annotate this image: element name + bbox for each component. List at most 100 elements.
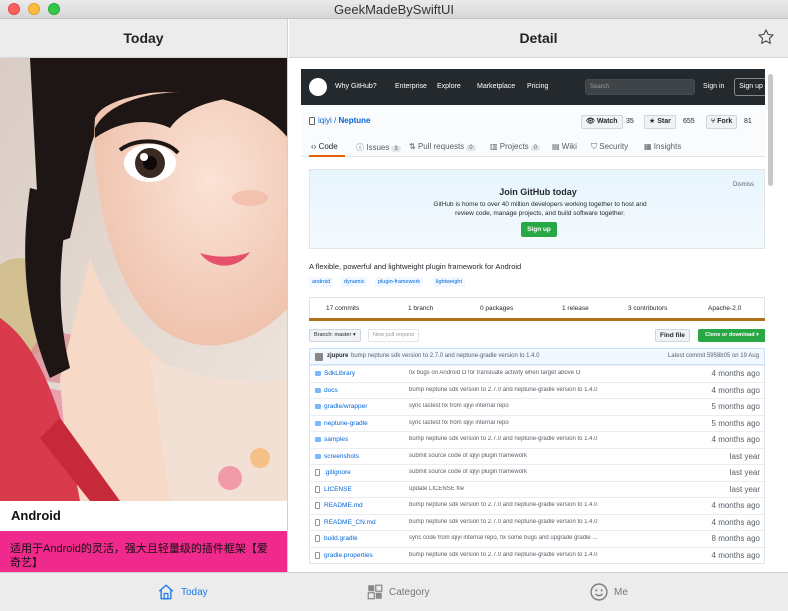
app-window: GeekMadeBySwiftUI Today Android 适用于Andro… <box>0 0 788 610</box>
file-list: SdkLibrary fix bugs on Android O for tran… <box>309 365 765 564</box>
commit-message[interactable]: bump neptune sdk version to 2.7.0 and ne… <box>351 353 539 359</box>
minimize-window-button[interactable] <box>28 3 40 15</box>
sign-in-link[interactable]: Sign in <box>703 83 724 90</box>
new-pull-request-button[interactable]: New pull request <box>368 329 419 342</box>
tab-projects[interactable]: ▥ Projects 0 <box>490 142 541 151</box>
avatar[interactable] <box>315 353 323 361</box>
file-row[interactable]: samples bump neptune sdk version to 2.7.0… <box>310 431 764 448</box>
fork-button[interactable]: ⑂ Fork <box>706 115 738 129</box>
tab-wiki[interactable]: ▤ Wiki <box>552 142 577 151</box>
tab-security[interactable]: ⛉ Security <box>591 142 628 152</box>
file-name-link[interactable]: LICENSE <box>324 486 352 493</box>
file-name-link[interactable]: build.gradle <box>324 535 358 542</box>
file-commit-message[interactable]: fix bugs on Android O for transluate act… <box>409 370 629 376</box>
watch-count[interactable]: 35 <box>626 115 634 129</box>
file-row[interactable]: build.gradle sync code from iqiyi interna… <box>310 530 764 547</box>
commit-author[interactable]: zjupure <box>327 353 348 359</box>
tab-code[interactable]: ‹› Code <box>311 142 338 151</box>
file-age: 4 months ago <box>711 517 760 527</box>
watch-button[interactable]: 👁 Watch <box>581 115 623 129</box>
web-scrollbar[interactable] <box>767 69 775 572</box>
tab-category[interactable]: Category <box>365 573 445 611</box>
repo-title: iqiyi / Neptune <box>318 116 370 125</box>
stat-branches[interactable]: 1 branch <box>408 305 433 312</box>
nav-pricing[interactable]: Pricing <box>527 83 548 90</box>
file-commit-message[interactable]: sync lastest fix from iqiyi internal rep… <box>409 403 629 409</box>
close-window-button[interactable] <box>8 3 20 15</box>
file-name-link[interactable]: .gitignore <box>324 469 351 476</box>
file-name-link[interactable]: screenshots <box>324 453 359 460</box>
fork-count[interactable]: 81 <box>744 115 752 129</box>
topic-tag[interactable]: lightweight <box>433 277 465 287</box>
scrollbar-thumb[interactable] <box>768 74 773 186</box>
tab-bar: Today Category Me <box>0 572 788 610</box>
github-search-input[interactable]: Search <box>585 79 695 95</box>
nav-marketplace[interactable]: Marketplace <box>477 83 515 90</box>
file-row[interactable]: screenshots submit source code of iqiyi p… <box>310 447 764 465</box>
file-commit-message[interactable]: submit source code of iqiyi plugin frame… <box>409 453 629 459</box>
tab-me[interactable]: Me <box>589 573 639 611</box>
file-commit-message[interactable]: bump neptune sdk version to 2.7.0 and ne… <box>409 519 629 525</box>
file-name-link[interactable]: docs <box>324 387 338 394</box>
file-commit-message[interactable]: submit source code of iqiyi plugin frame… <box>409 469 629 475</box>
file-name-link[interactable]: samples <box>324 436 348 443</box>
tab-pull-requests[interactable]: ⇅ Pull requests 0 <box>409 142 476 151</box>
file-name-link[interactable]: gradle.properties <box>324 552 373 559</box>
card-description[interactable]: 适用于Android的灵活，强大且轻量级的插件框架【爱奇艺】 <box>0 531 287 572</box>
star-button[interactable]: ★ Star <box>644 115 676 129</box>
topic-tag[interactable]: plugin-framework <box>375 277 424 287</box>
file-commit-message[interactable]: bump neptune sdk version to 2.7.0 and ne… <box>409 387 629 393</box>
zoom-window-button[interactable] <box>48 3 60 15</box>
sign-up-button[interactable]: Sign up <box>734 78 765 96</box>
file-row[interactable]: .gitignore submit source code of iqiyi pl… <box>310 464 764 481</box>
star-count[interactable]: 655 <box>683 115 695 129</box>
nav-explore[interactable]: Explore <box>437 83 461 90</box>
tab-insights[interactable]: ▦ Insights <box>644 142 681 151</box>
repo-name-link[interactable]: Neptune <box>338 116 370 125</box>
tab-issues[interactable]: ⓘ Issues 3 <box>356 142 401 153</box>
folder-icon <box>315 437 321 442</box>
github-logo-icon[interactable] <box>309 78 327 96</box>
language-bar <box>309 318 765 321</box>
branch-select-button[interactable]: Branch: master ▾ <box>309 329 361 342</box>
file-name-link[interactable]: README.md <box>324 502 363 509</box>
file-row[interactable]: SdkLibrary fix bugs on Android O for tran… <box>310 365 764 382</box>
tab-today[interactable]: Today <box>156 573 226 611</box>
file-row[interactable]: gradle/wrapper sync lastest fix from iqiy… <box>310 398 764 415</box>
stat-releases[interactable]: 1 release <box>562 305 589 312</box>
stat-commits[interactable]: 17 commits <box>326 305 359 312</box>
star-outline-icon[interactable] <box>757 28 775 46</box>
web-view[interactable]: Why GitHub? Enterprise Explore Marketpla… <box>301 69 765 572</box>
file-name-link[interactable]: SdkLibrary <box>324 370 355 377</box>
stat-contributors[interactable]: 3 contributors <box>628 305 667 312</box>
file-row[interactable]: README_CN.md bump neptune sdk version to … <box>310 513 764 531</box>
file-row[interactable]: README.md bump neptune sdk version to 2.7… <box>310 497 764 514</box>
file-row[interactable]: gradle.properties bump neptune sdk versio… <box>310 546 764 564</box>
file-commit-message[interactable]: bump neptune sdk version to 2.7.0 and ne… <box>409 502 629 508</box>
file-row[interactable]: LICENSE update LICENSE file last year <box>310 480 764 498</box>
file-name-link[interactable]: README_CN.md <box>324 519 376 526</box>
file-commit-message[interactable]: update LICENSE file <box>409 486 629 492</box>
topic-tag[interactable]: dynamic <box>341 277 368 287</box>
file-icon <box>315 502 320 509</box>
file-name-link[interactable]: gradle/wrapper <box>324 403 367 410</box>
stat-license[interactable]: Apache-2.0 <box>708 305 741 312</box>
card-image[interactable] <box>0 58 287 501</box>
clone-download-button[interactable]: Clone or download ▾ <box>698 329 765 342</box>
card-title[interactable]: Android <box>0 501 287 531</box>
file-row[interactable]: docs bump neptune sdk version to 2.7.0 an… <box>310 381 764 399</box>
nav-why-github[interactable]: Why GitHub? <box>335 83 377 90</box>
join-sign-up-button[interactable]: Sign up <box>521 222 557 237</box>
stat-packages[interactable]: 0 packages <box>480 305 513 312</box>
file-row[interactable]: neptune-gradle sync lastest fix from iqiy… <box>310 414 764 432</box>
file-commit-message[interactable]: sync code from iqiyi internal repo, fix … <box>409 535 629 541</box>
today-panel: Today Android 适用于Android的灵活，强大且轻量级的插件框架【… <box>0 19 288 572</box>
file-name-link[interactable]: neptune-gradle <box>324 420 368 427</box>
file-commit-message[interactable]: bump neptune sdk version to 2.7.0 and ne… <box>409 552 629 558</box>
topic-tag[interactable]: android <box>309 277 334 287</box>
file-commit-message[interactable]: bump neptune sdk version to 2.7.0 and ne… <box>409 436 629 442</box>
file-commit-message[interactable]: sync lastest fix from iqiyi internal rep… <box>409 420 629 426</box>
repo-owner-link[interactable]: iqiyi <box>318 116 332 125</box>
find-file-button[interactable]: Find file <box>655 329 690 342</box>
nav-enterprise[interactable]: Enterprise <box>395 83 427 90</box>
